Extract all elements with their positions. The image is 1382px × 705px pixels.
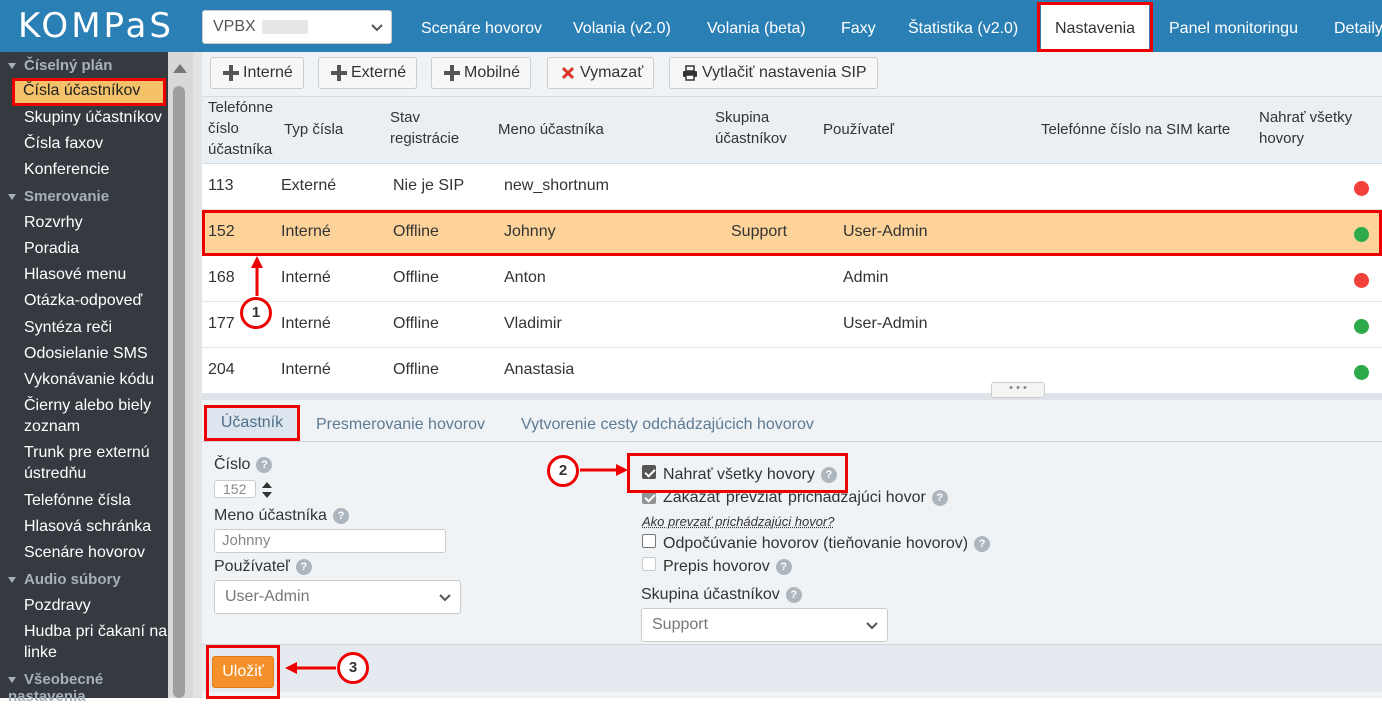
annotation-arrows (0, 0, 1382, 698)
callout-marker-2: 2 (547, 455, 579, 487)
callout-marker-3: 3 (337, 652, 369, 684)
callout-marker-1: 1 (240, 297, 272, 329)
